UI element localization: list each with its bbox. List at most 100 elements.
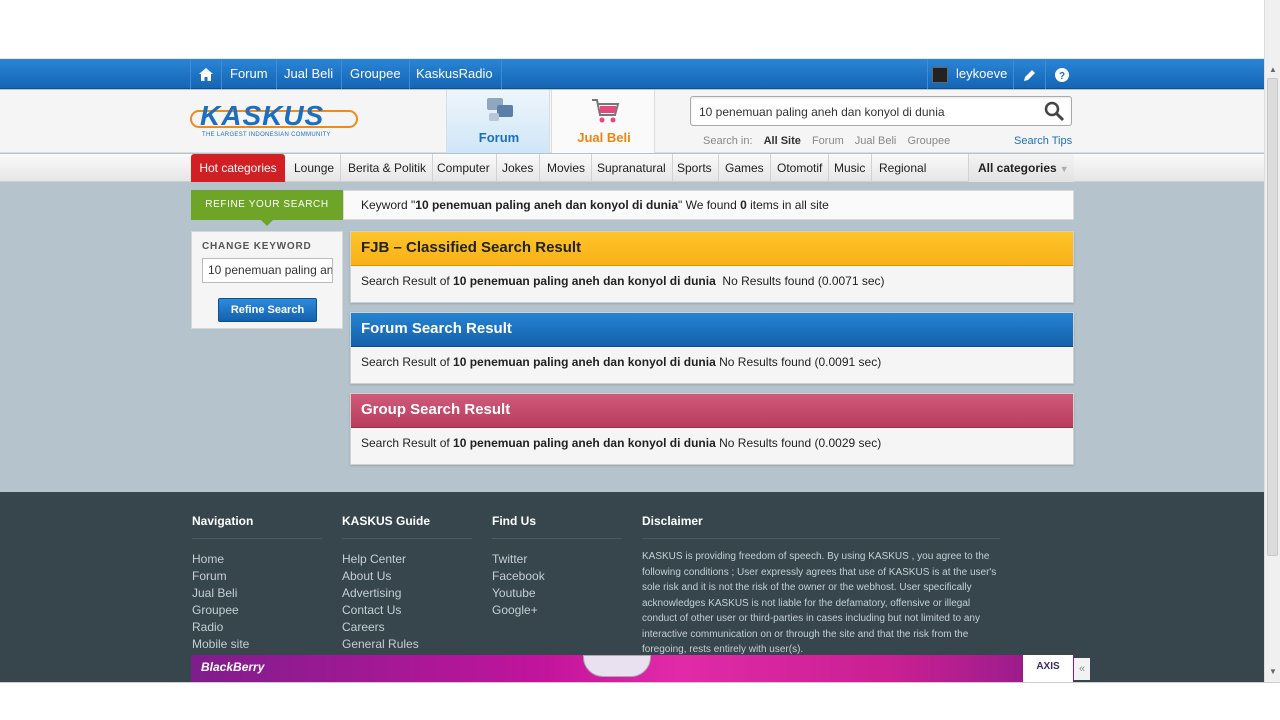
- search-in-options: Search in: All Site Forum Jual Beli Grou…: [703, 135, 958, 147]
- footer-navigation-title: Navigation: [192, 514, 322, 539]
- category-regional[interactable]: Regional: [873, 154, 932, 182]
- collapse-banner-icon[interactable]: «: [1074, 658, 1090, 680]
- tab-forum[interactable]: Forum: [446, 90, 550, 153]
- topnav-forum[interactable]: Forum: [222, 59, 277, 89]
- group-result-title[interactable]: Group Search Result: [351, 394, 1073, 428]
- search-input[interactable]: 10 penemuan paling aneh dan konyol di du…: [690, 96, 1072, 126]
- keyword-prefix: Keyword ": [361, 198, 416, 212]
- footer-link-contact[interactable]: Contact Us: [342, 602, 472, 619]
- result-prefix: Search Result of: [361, 274, 454, 288]
- category-music[interactable]: Music: [828, 154, 873, 182]
- result-suffix: No Results found (0.0071 sec): [715, 274, 885, 288]
- help-icon[interactable]: ?: [1045, 59, 1077, 89]
- scroll-up-icon[interactable]: ▲: [1265, 62, 1280, 78]
- search-input-value: 10 penemuan paling aneh dan konyol di du…: [699, 105, 945, 119]
- scroll-down-icon[interactable]: ▼: [1265, 664, 1280, 680]
- footer-link-careers[interactable]: Careers: [342, 619, 472, 636]
- phone-image: [583, 655, 651, 677]
- keyword-text: 10 penemuan paling aneh dan konyol di du…: [415, 198, 678, 212]
- banner-right-brand: AXIS: [1023, 655, 1073, 682]
- category-movies[interactable]: Movies: [541, 154, 593, 182]
- pencil-icon[interactable]: [1013, 59, 1045, 89]
- topnav-groupee[interactable]: Groupee: [342, 59, 410, 89]
- result-count: 0: [740, 198, 747, 212]
- footer-link-youtube[interactable]: Youtube: [492, 585, 622, 602]
- scrollbar-thumb[interactable]: [1267, 78, 1278, 556]
- topnav-jualbeli[interactable]: Jual Beli: [276, 59, 343, 89]
- all-categories-dropdown[interactable]: All categories ▼: [968, 154, 1074, 182]
- footer-link-facebook[interactable]: Facebook: [492, 568, 622, 585]
- category-berita-politik[interactable]: Berita & Politik: [342, 154, 434, 182]
- footer-guide-title: KASKUS Guide: [342, 514, 472, 539]
- search-in-jualbeli[interactable]: Jual Beli: [855, 135, 897, 147]
- footer-link-rules[interactable]: General Rules: [342, 636, 472, 653]
- chevron-down-icon: ▼: [1059, 164, 1069, 174]
- footer-link-radio[interactable]: Radio: [192, 619, 322, 636]
- forum-result-title[interactable]: Forum Search Result: [351, 313, 1073, 347]
- group-result-box: Group Search Result Search Result of 10 …: [350, 393, 1074, 465]
- change-keyword-label: CHANGE KEYWORD: [202, 241, 312, 252]
- forum-icon: [487, 98, 513, 121]
- tab-jualbeli[interactable]: Jual Beli: [551, 90, 655, 153]
- category-lounge[interactable]: Lounge: [288, 154, 342, 182]
- kaskus-logo[interactable]: KASKUS THE LARGEST INDONESIAN COMMUNITY: [190, 100, 362, 144]
- vertical-scrollbar[interactable]: ▲ ▼: [1264, 0, 1280, 682]
- footer-link-home[interactable]: Home: [192, 551, 322, 568]
- change-keyword-panel: CHANGE KEYWORD 10 penemuan paling aneh d…: [191, 231, 343, 329]
- hot-categories-button[interactable]: Hot categories: [191, 154, 285, 182]
- footer-navigation: Navigation Home Forum Jual Beli Groupee …: [192, 514, 322, 653]
- footer-guide: KASKUS Guide Help Center About Us Advert…: [342, 514, 472, 653]
- change-keyword-input[interactable]: 10 penemuan paling aneh dan konyol di du…: [202, 258, 333, 283]
- footer-link-groupee[interactable]: Groupee: [192, 602, 322, 619]
- search-icon[interactable]: [1043, 100, 1065, 122]
- category-jokes[interactable]: Jokes: [496, 154, 541, 182]
- result-prefix: Search Result of: [361, 355, 454, 369]
- home-icon[interactable]: [190, 59, 222, 89]
- refine-search-button[interactable]: Refine Search: [218, 298, 317, 322]
- footer-disclaimer-title: Disclaimer: [642, 514, 1000, 539]
- status-area: [0, 682, 1280, 720]
- footer-link-help[interactable]: Help Center: [342, 551, 472, 568]
- search-in-groupee[interactable]: Groupee: [907, 135, 950, 147]
- username: leykoeve: [956, 66, 1008, 81]
- svg-text:?: ?: [1058, 71, 1064, 82]
- banner-left-brand: BlackBerry: [201, 660, 265, 674]
- category-games[interactable]: Games: [719, 154, 771, 182]
- group-result-text: Search Result of 10 penemuan paling aneh…: [361, 436, 881, 450]
- avatar: [932, 66, 948, 83]
- search-tips-link[interactable]: Search Tips: [1014, 135, 1072, 147]
- category-bar: Hot categories Lounge Berita & Politik C…: [0, 154, 1264, 182]
- footer-link-jualbeli[interactable]: Jual Beli: [192, 585, 322, 602]
- category-sports[interactable]: Sports: [671, 154, 719, 182]
- footer: Navigation Home Forum Jual Beli Groupee …: [0, 492, 1264, 682]
- topnav-kaskusradio[interactable]: KaskusRadio: [408, 59, 502, 89]
- fjb-result-box: FJB – Classified Search Result Search Re…: [350, 231, 1074, 303]
- result-keyword: 10 penemuan paling aneh dan konyol di du…: [453, 436, 716, 450]
- search-in-forum[interactable]: Forum: [812, 135, 844, 147]
- fjb-result-title[interactable]: FJB – Classified Search Result: [351, 232, 1073, 266]
- footer-link-forum[interactable]: Forum: [192, 568, 322, 585]
- footer-disclaimer-text: KASKUS is providing freedom of speech. B…: [642, 551, 997, 655]
- footer-link-twitter[interactable]: Twitter: [492, 551, 622, 568]
- footer-link-about[interactable]: About Us: [342, 568, 472, 585]
- footer-findus-title: Find Us: [492, 514, 622, 539]
- footer-link-googleplus[interactable]: Google+: [492, 602, 622, 619]
- cart-icon: [592, 99, 620, 123]
- browser-viewport: Forum Jual Beli Groupee KaskusRadio leyk…: [0, 0, 1264, 682]
- result-suffix: No Results found (0.0029 sec): [715, 436, 882, 450]
- ad-banner[interactable]: BlackBerry AXIS: [191, 655, 1074, 682]
- result-suffix: No Results found (0.0091 sec): [715, 355, 882, 369]
- footer-link-mobile[interactable]: Mobile site: [192, 636, 322, 653]
- category-otomotif[interactable]: Otomotif: [771, 154, 830, 182]
- search-in-allsite[interactable]: All Site: [764, 135, 801, 147]
- footer-link-advertising[interactable]: Advertising: [342, 585, 472, 602]
- logo-text: KASKUS: [200, 100, 325, 131]
- category-computer[interactable]: Computer: [431, 154, 497, 182]
- refine-your-search-tab[interactable]: REFINE YOUR SEARCH: [191, 190, 343, 226]
- result-keyword: 10 penemuan paling aneh dan konyol di du…: [453, 274, 716, 288]
- result-prefix: Search Result of: [361, 436, 454, 450]
- top-navbar: Forum Jual Beli Groupee KaskusRadio leyk…: [0, 59, 1264, 89]
- category-supranatural[interactable]: Supranatural: [591, 154, 673, 182]
- user-menu[interactable]: leykoeve: [927, 59, 1013, 89]
- site-header: KASKUS THE LARGEST INDONESIAN COMMUNITY …: [0, 90, 1264, 153]
